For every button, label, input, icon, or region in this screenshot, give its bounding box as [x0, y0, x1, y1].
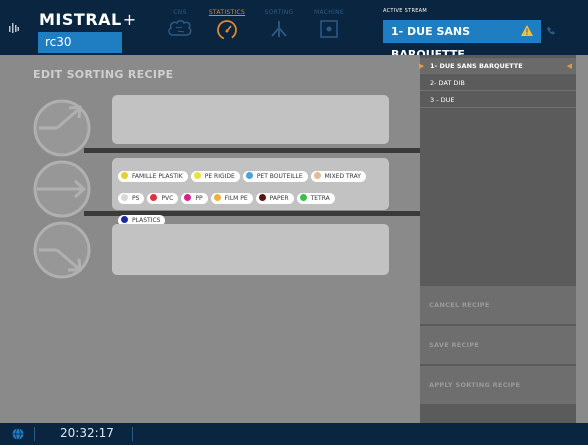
active-stream-select[interactable]: 1- DUE SANS BARQUETTE [383, 20, 541, 61]
material-chip[interactable]: PP [181, 193, 208, 204]
cancel-recipe-button[interactable]: CANCEL RECIPE [420, 286, 576, 324]
sorting-step [31, 221, 426, 287]
tab-cns-label: CNS [173, 9, 187, 16]
tab-cns[interactable]: CNS [160, 0, 200, 55]
recipe-item[interactable]: ▶ 1- DUE SANS BARQUETTE ◀ [419, 58, 576, 74]
material-chip[interactable]: PE RIGIDE [190, 171, 240, 182]
tab-statistics-label: STATISTICS [208, 9, 246, 16]
active-stream-label: ACTIVE STREAM [383, 8, 428, 14]
material-chip[interactable]: PS [118, 193, 145, 204]
material-color-dot [299, 194, 307, 201]
brand-name: MISTRAL [39, 10, 122, 29]
selected-arrow-icon: ◀ [566, 62, 572, 70]
arrow-down-right-icon[interactable] [31, 221, 93, 283]
material-chip-label: PAPER [269, 195, 289, 202]
material-color-dot [245, 172, 253, 179]
material-chip[interactable]: MIXED TRAY [310, 171, 366, 182]
material-chip-label: PVC [161, 195, 174, 202]
material-chip-label: PP [195, 195, 203, 202]
material-chip-label: PE RIGIDE [204, 173, 235, 180]
sorting-step [31, 95, 426, 161]
top-bar: MISTRAL+ rc30 CNS STATISTICS SORTING MAC… [0, 0, 588, 61]
page-title: EDIT SORTING RECIPE [33, 68, 174, 81]
globe-icon[interactable] [12, 428, 24, 440]
signal-icon [9, 23, 19, 33]
status-divider [34, 427, 35, 441]
material-chip-label: TETRA [310, 195, 330, 202]
material-color-dot [121, 194, 128, 201]
warning-icon [521, 25, 533, 36]
tab-machine[interactable]: MACHINE [305, 0, 353, 55]
machine-icon [320, 20, 338, 38]
arrow-right-icon[interactable] [31, 158, 93, 220]
brand-logo: MISTRAL+ [39, 10, 137, 29]
recipe-label: 2- DAT DIB [430, 79, 465, 87]
material-color-dot [258, 194, 266, 201]
phone-icon[interactable] [546, 26, 556, 36]
material-color-dot [313, 172, 321, 179]
sorting-step: FAMILLE PLASTIK PE RIGIDE PET BOUTEILLE MIX… [31, 158, 426, 226]
material-chip[interactable]: FILM PE [210, 193, 253, 204]
status-bar: 20:32:17 [0, 423, 588, 445]
step-rail [84, 148, 426, 153]
material-chip[interactable]: PAPER [255, 193, 294, 204]
material-color-dot [213, 194, 221, 201]
brain-icon [168, 20, 192, 36]
tab-statistics[interactable]: STATISTICS [203, 0, 251, 55]
status-divider [132, 427, 133, 441]
material-chip-label: MIXED TRAY [324, 173, 361, 180]
selected-arrow-icon: ▶ [419, 62, 425, 70]
step-card[interactable] [112, 95, 389, 144]
status-clock: 20:32:17 [60, 426, 114, 440]
tab-sorting[interactable]: SORTING [255, 0, 303, 55]
arrow-up-right-icon[interactable] [31, 95, 93, 157]
brand-symbol: + [122, 10, 137, 29]
gauge-icon [217, 20, 237, 40]
step-card[interactable]: FAMILLE PLASTIK PE RIGIDE PET BOUTEILLE MIX… [112, 158, 389, 226]
material-chip[interactable]: PET BOUTEILLE [242, 171, 308, 182]
recipe-label: 3 - DUE [430, 96, 455, 104]
sorting-icon [271, 21, 287, 37]
material-chip-label: PS [132, 195, 140, 202]
material-chip-label: PET BOUTEILLE [256, 173, 303, 180]
material-chip-label: FAMILLE PLASTIK [132, 173, 183, 180]
material-chip[interactable]: TETRA [296, 193, 335, 204]
recipe-item[interactable]: 2- DAT DIB [420, 75, 576, 91]
apply-recipe-button[interactable]: APPLY SORTING RECIPE [420, 366, 576, 404]
save-recipe-button[interactable]: SAVE RECIPE [420, 326, 576, 364]
step-card[interactable] [112, 224, 389, 275]
material-color-dot [184, 194, 192, 201]
recipe-label: 1- DUE SANS BARQUETTE [430, 62, 523, 70]
recipe-panel: ▶ 1- DUE SANS BARQUETTE ◀ 2- DAT DIB 3 -… [419, 55, 576, 423]
tab-sorting-label: SORTING [264, 9, 294, 16]
material-chips: FAMILLE PLASTIK PE RIGIDE PET BOUTEILLE MIX… [118, 163, 388, 229]
material-chip[interactable]: FAMILLE PLASTIK [118, 171, 188, 182]
recipe-item[interactable]: 3 - DUE [420, 92, 576, 108]
material-chip-label: FILM PE [224, 195, 248, 202]
tab-machine-label: MACHINE [313, 9, 345, 16]
material-chip[interactable]: PVC [147, 193, 179, 204]
machine-id-badge[interactable]: rc30 [38, 32, 122, 53]
material-color-dot [193, 172, 201, 179]
material-color-dot [150, 194, 158, 201]
material-color-dot [121, 172, 128, 179]
